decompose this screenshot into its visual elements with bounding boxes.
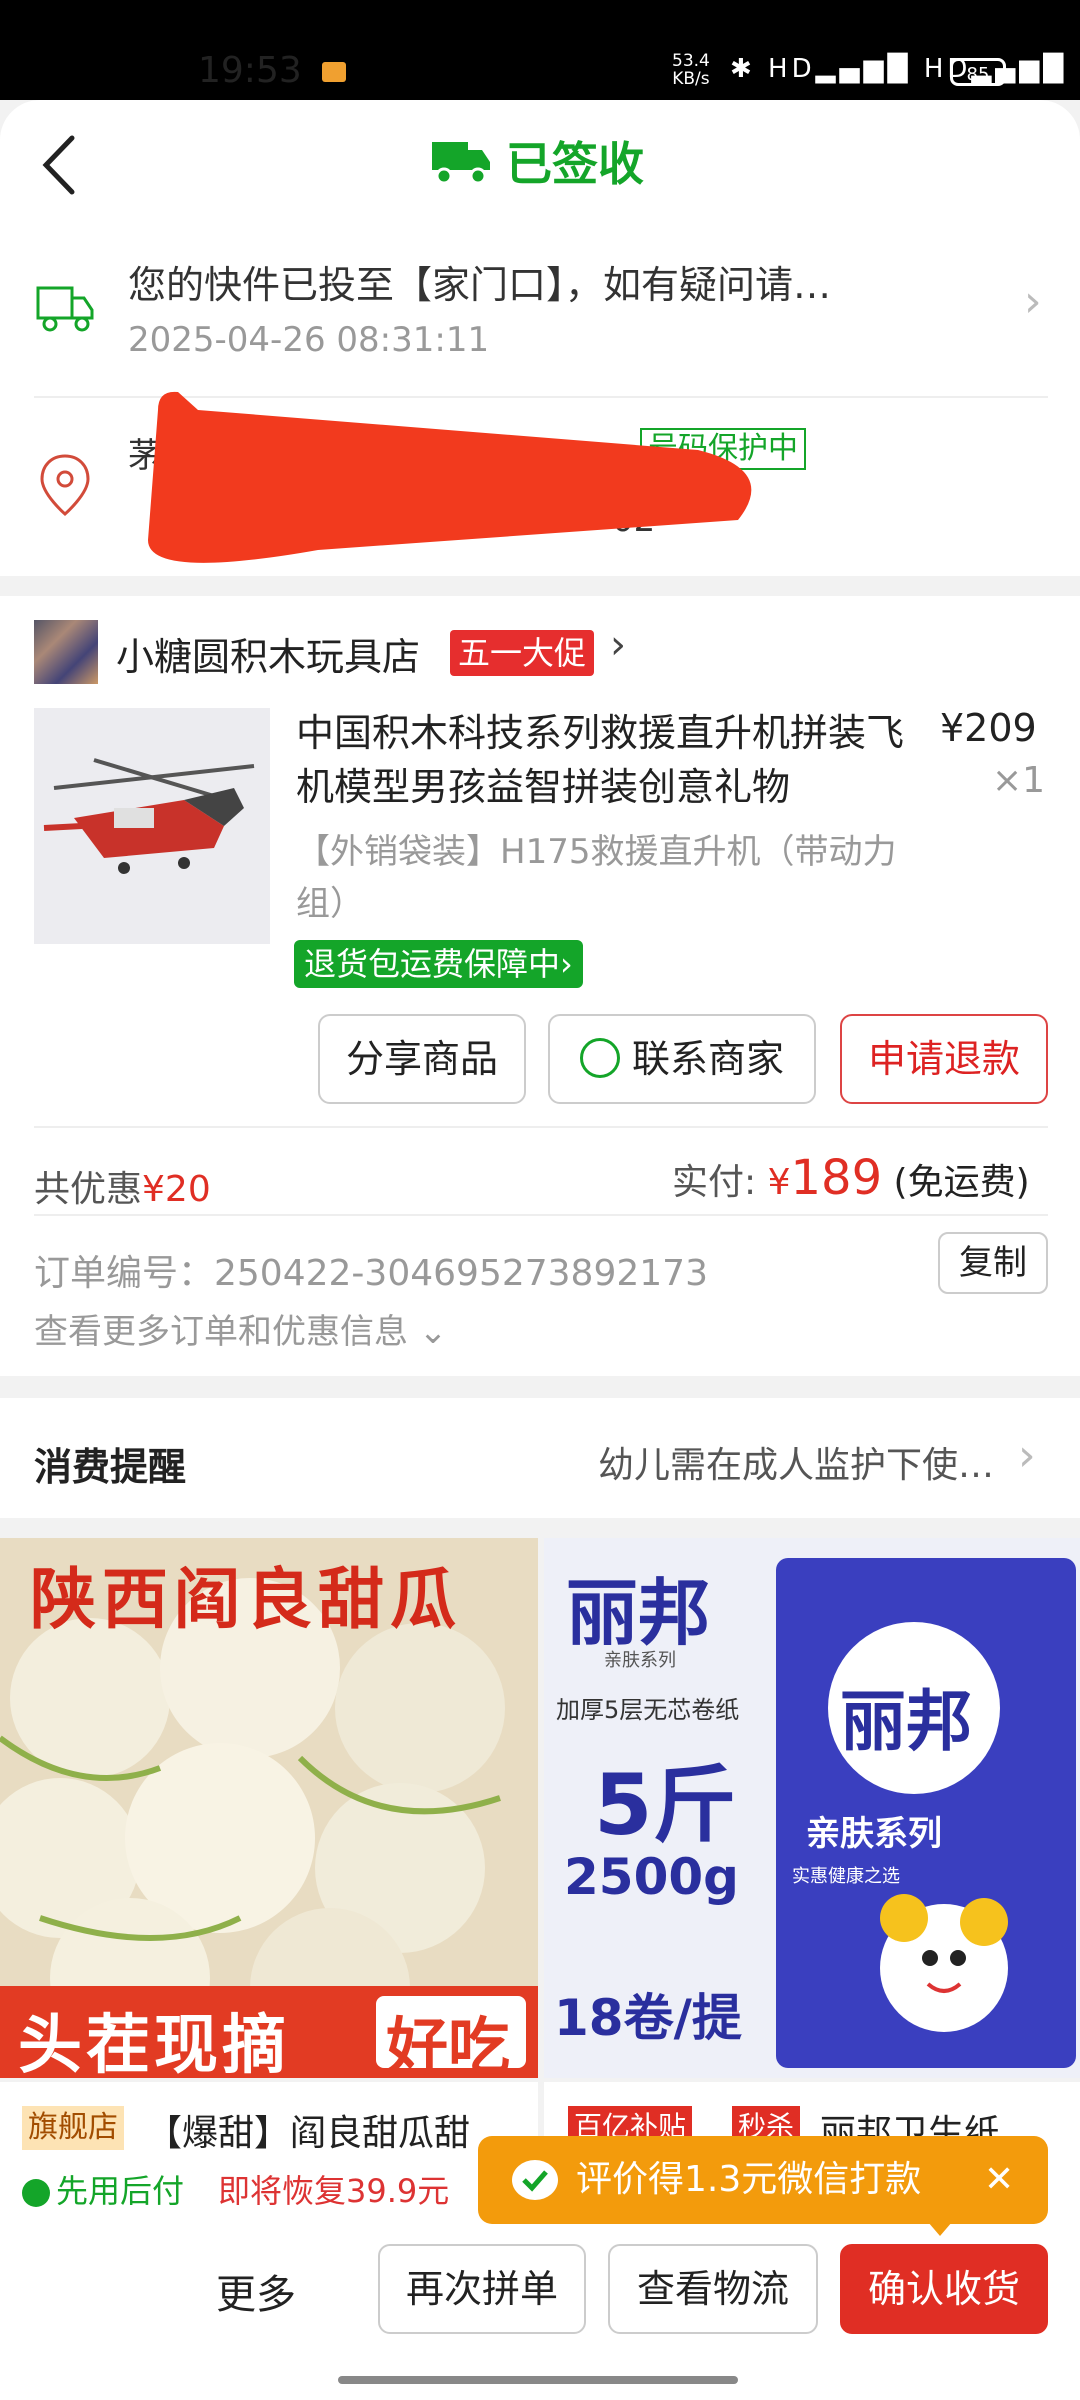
tissue-pack-slogan: 实惠健康之选 (792, 1866, 900, 1887)
tissue-rolls: 18卷/提 (554, 1989, 742, 2047)
recommendation-card-melon[interactable]: 陕西阎良甜瓜 头茬现摘 好吃 (0, 1538, 538, 2078)
view-logistics-button[interactable]: 查看物流 (608, 2244, 818, 2334)
tissue-weight: 5斤 (594, 1756, 737, 1854)
wechat-pay-icon (512, 2160, 558, 2200)
reminder-text: 幼儿需在成人监护下使… (598, 1445, 995, 1486)
more-order-info-link[interactable]: 查看更多订单和优惠信息 ⌄ (34, 1304, 447, 1353)
tissue-brand: 丽邦 (566, 1571, 711, 1655)
pay-later-icon (22, 2179, 50, 2207)
amount-paid: 实付: ¥189 (免运费) (672, 1150, 1030, 1206)
review-reward-toast[interactable]: 评价得1.3元微信打款 (478, 2136, 1048, 2224)
message-notification-icon (322, 62, 346, 82)
product-image[interactable] (34, 708, 270, 944)
tracking-latest-message[interactable]: 您的快件已投至【家门口】，如有疑问请… (128, 254, 831, 309)
share-product-button[interactable]: 分享商品 (318, 1014, 526, 1104)
location-pin-icon (36, 452, 94, 518)
back-button[interactable] (34, 130, 94, 200)
promo-badge: 五一大促 (450, 630, 595, 676)
tissue-pack-series: 亲肤系列 (806, 1814, 942, 1854)
tissue-grams: 2500g (564, 1848, 739, 1906)
chat-icon (579, 1037, 620, 1078)
toast-pointer (928, 2222, 952, 2236)
melon-banner-slogan: 头茬现摘 (18, 2009, 290, 2078)
pay-later-tag: 先用后付 (22, 2166, 184, 2212)
divider (34, 1126, 1048, 1128)
reorder-button[interactable]: 再次拼单 (378, 2244, 586, 2334)
melon-banner-title: 陕西阎良甜瓜 (30, 1561, 462, 1638)
clock: 19:53 (198, 50, 302, 91)
tracking-time: 2025-04-26 08:31:11 (128, 320, 490, 360)
chevron-right-icon[interactable]: › (1018, 1430, 1036, 1481)
request-refund-button[interactable]: 申请退款 (840, 1014, 1048, 1104)
truck-icon (430, 136, 492, 186)
product-spec: 【外销袋装】H175救援直升机（带动力组） (296, 832, 897, 924)
price-restore-note: 即将恢复39.9元 (218, 2172, 450, 2210)
close-icon[interactable]: ✕ (984, 2160, 1014, 2200)
recommendation-title[interactable]: 【爆甜】阎良甜瓜甜 (146, 2104, 470, 2156)
tissue-feature: 加厚5层无芯卷纸 (556, 1696, 740, 1724)
shop-name[interactable]: 小糖圆积木玩具店 (116, 626, 420, 681)
order-number: 订单编号：250422-304695273892173 (34, 1253, 708, 1294)
delivery-truck-icon (34, 278, 96, 338)
product-title[interactable]: 中国积木科技系列救援直升机拼装飞机模型男孩益智拼装创意礼物 (296, 706, 906, 814)
chevron-left-icon (42, 135, 75, 195)
confirm-receipt-button[interactable]: 确认收货 (840, 2244, 1048, 2334)
return-shipping-guarantee-badge[interactable]: 退货包运费保障中› (294, 940, 583, 988)
signal-icons: ✱ HD▂▄▆█ HD▂▄▆█ (730, 54, 1068, 84)
contact-seller-button[interactable]: 联系商家 (548, 1014, 816, 1104)
chevron-right-icon[interactable]: › (1024, 276, 1042, 327)
home-indicator[interactable] (338, 2376, 738, 2384)
flagship-tag: 旗舰店 (22, 2106, 124, 2150)
battery-icon: 85 (950, 58, 1006, 86)
product-quantity: ×1 (992, 760, 1046, 801)
copy-order-number-button[interactable]: 复制 (938, 1232, 1048, 1294)
discount-total: 共优惠¥20 (34, 1169, 211, 1210)
divider (34, 1214, 1048, 1216)
more-button[interactable]: 更多 (216, 2262, 296, 2320)
reminder-title: 消费提醒 (34, 1445, 187, 1489)
recommendation-card-tissue[interactable]: 丽邦 亲肤系列 加厚5层无芯卷纸 5斤 2500g 18卷/提 丽邦 亲肤系列 … (544, 1538, 1080, 2078)
tissue-pack-brand: 丽邦 (840, 1683, 972, 1760)
chevron-right-icon[interactable]: › (610, 622, 626, 668)
tissue-series-small: 亲肤系列 (604, 1650, 676, 1671)
page-title: 已签收 (506, 137, 644, 191)
redaction-mark (138, 380, 788, 590)
network-speed: 53.4 KB/s (672, 51, 710, 89)
product-price: ¥209 (940, 706, 1037, 750)
shop-logo[interactable] (34, 620, 98, 684)
status-bar (0, 0, 1080, 100)
melon-banner-tag: 好吃 (386, 2010, 511, 2078)
